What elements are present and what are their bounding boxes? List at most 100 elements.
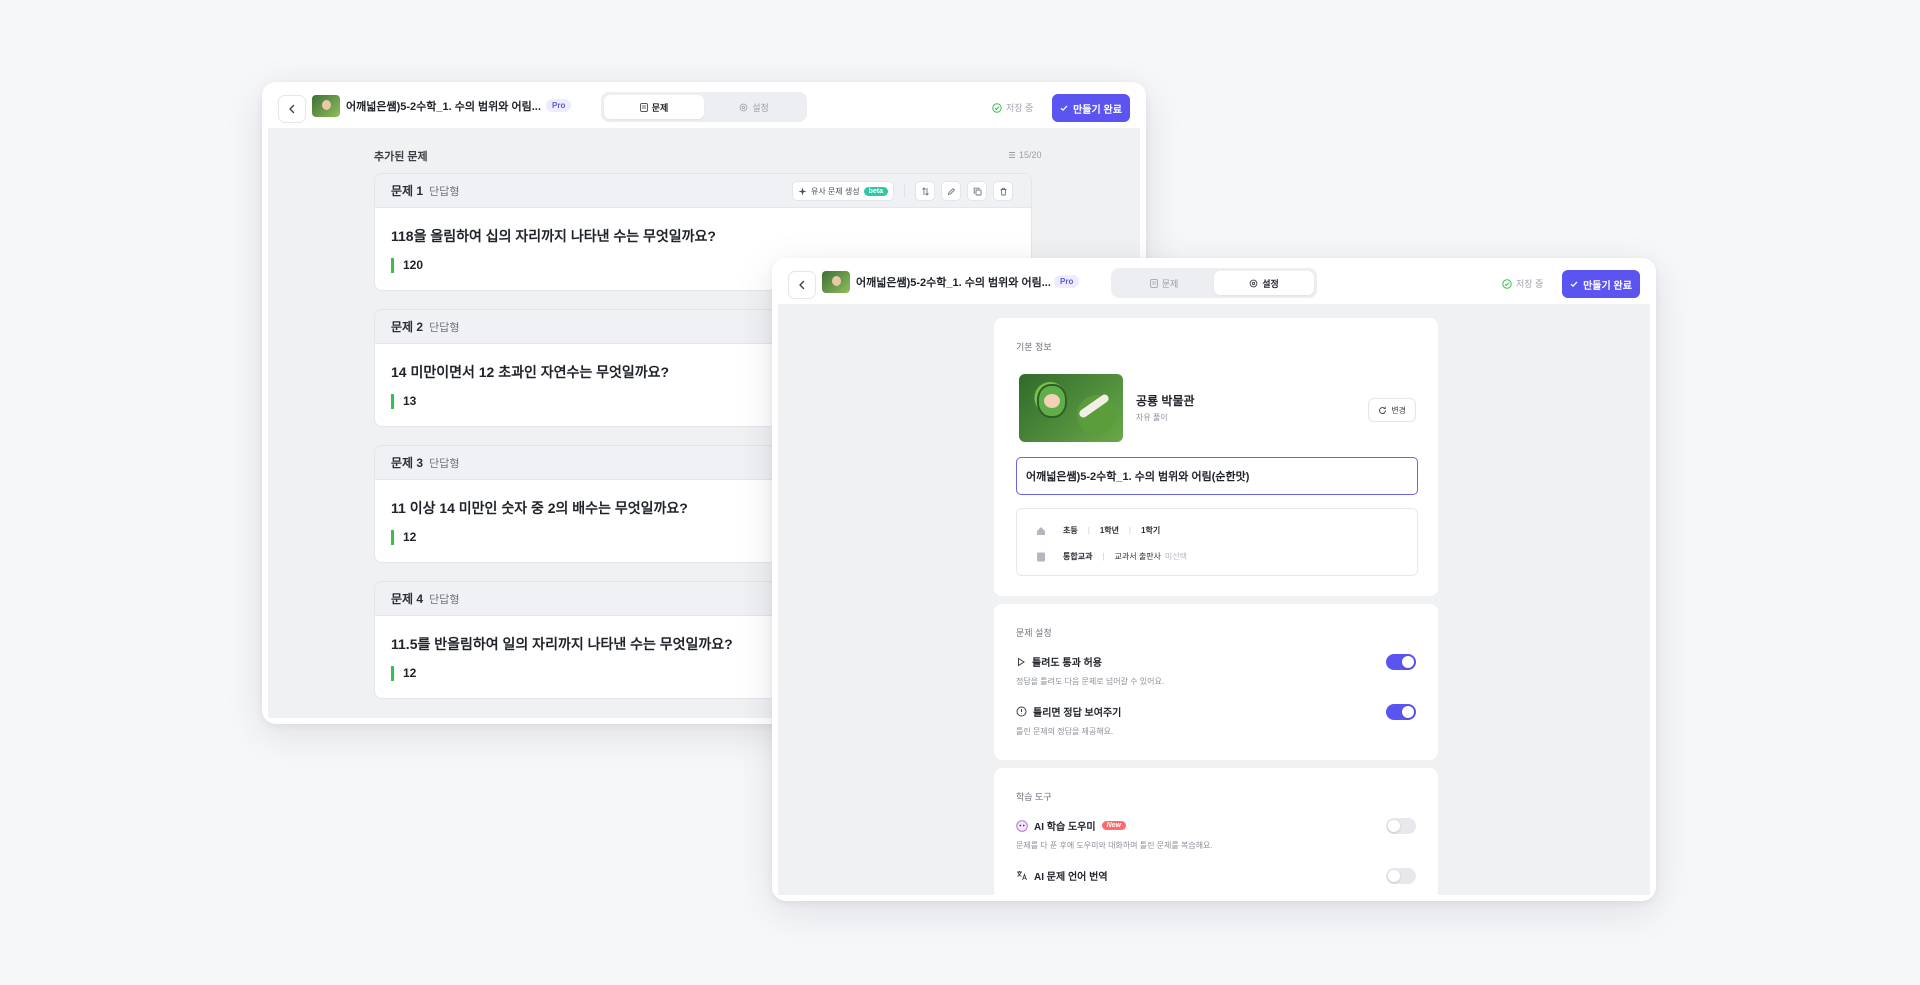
tab-settings[interactable]: 설정 — [1214, 271, 1314, 295]
edit-icon — [947, 187, 955, 195]
question-text: 118을 올림하여 십의 자리까지 나타낸 수는 무엇일까요? — [391, 228, 716, 244]
document-icon — [1149, 278, 1158, 288]
pro-badge: Pro — [1054, 275, 1080, 288]
setting-title: AI 문제 언어 번역 — [1016, 868, 1416, 883]
question-count: 15/20 — [1008, 150, 1042, 160]
setting-title: 틀리면 정답 보여주기 — [1016, 704, 1416, 719]
pro-badge: Pro — [546, 99, 572, 112]
copy-button[interactable] — [967, 181, 987, 201]
setting-label: AI 학습 도우미 — [1034, 822, 1096, 833]
reorder-button[interactable] — [915, 181, 935, 201]
show-answer-setting: 틀리면 정답 보여주기 틀린 문제의 정답을 제공해요. — [1016, 704, 1416, 737]
ai-translate-toggle[interactable] — [1386, 868, 1416, 884]
back-button[interactable] — [278, 95, 306, 123]
tab-questions[interactable]: 문제 — [1114, 271, 1214, 295]
ai-helper-toggle[interactable] — [1386, 818, 1416, 834]
curriculum-box[interactable]: 초등 | 1학년 | 1학기 통합교과 | 교과서 출판사 미선택 — [1016, 508, 1418, 576]
check-circle-icon — [1502, 278, 1512, 289]
tab-label: 설정 — [752, 102, 769, 113]
translate-icon — [1017, 871, 1027, 881]
subject-row: 통합교과 | 교과서 출판사 미선택 — [1035, 551, 1187, 562]
count-text: 15/20 — [1019, 150, 1042, 160]
change-label: 변경 — [1391, 405, 1406, 415]
saving-status: 저장 중 — [1502, 277, 1543, 290]
change-theme-button[interactable]: 변경 — [1368, 398, 1416, 422]
edit-button[interactable] — [941, 181, 961, 201]
publisher-value: 미선택 — [1164, 552, 1188, 561]
chevron-left-icon — [289, 104, 295, 114]
ai-translate-setting: AI 문제 언어 번역 — [1016, 868, 1416, 884]
allow-pass-setting: 틀려도 통과 허용 정답을 틀려도 다음 문제로 넘어갈 수 있어요. — [1016, 654, 1416, 687]
theme-thumbnail — [822, 271, 850, 293]
check-icon — [1570, 281, 1578, 288]
document-icon — [639, 102, 648, 112]
section-title: 추가된 문제 — [374, 151, 428, 163]
theme-cover-image — [1019, 374, 1123, 442]
settings-area[interactable]: 기본 정보 공룡 박물관 자유 풀이 변경 어깨넓은쌤)5-2수학_1. 수의 … — [778, 304, 1650, 895]
subject: 통합교과 — [1063, 552, 1093, 561]
setting-title: 틀려도 통과 허용 — [1016, 654, 1416, 669]
question-number: 문제 4 — [391, 592, 424, 606]
tab-settings[interactable]: 설정 — [704, 95, 804, 119]
allow-pass-toggle[interactable] — [1386, 654, 1416, 670]
finish-label: 만들기 완료 — [1583, 280, 1632, 292]
play-icon — [1018, 657, 1025, 666]
check-icon — [1060, 105, 1068, 112]
similar-label: 유사 문제 생성 — [810, 186, 860, 196]
problem-settings-panel: 문제 설정 틀려도 통과 허용 정답을 틀려도 다음 문제로 넘어갈 수 있어요… — [994, 604, 1438, 760]
saving-text: 저장 중 — [1006, 103, 1034, 113]
chevron-left-icon — [799, 280, 805, 290]
semester: 1학기 — [1141, 526, 1161, 535]
setting-label: AI 문제 언어 번역 — [1034, 872, 1108, 883]
tab-switcher: 문제 설정 — [601, 92, 807, 122]
tab-questions[interactable]: 문제 — [604, 95, 704, 119]
new-badge: New — [1101, 821, 1126, 830]
publisher-label: 교과서 출판사 — [1114, 552, 1161, 561]
gear-icon — [1249, 279, 1258, 287]
setting-description: 문제를 다 푼 후에 도우미와 대화하며 틀린 문제를 복습해요. — [1016, 841, 1213, 850]
setting-description: 틀린 문제의 정답을 제공해요. — [1016, 727, 1114, 736]
title-input[interactable]: 어깨넓은쌤)5-2수학_1. 수의 범위와 어림(순한맛) — [1016, 457, 1418, 495]
question-tools: 유사 문제 생성 beta — [791, 181, 1013, 201]
trash-icon — [1000, 187, 1006, 195]
book-icon — [1037, 552, 1045, 561]
setting-title: AI 학습 도우미 New — [1016, 818, 1416, 833]
copy-icon — [973, 187, 981, 195]
school-level: 초등 — [1063, 526, 1078, 535]
beta-badge: beta — [863, 186, 888, 196]
swap-icon — [921, 186, 929, 196]
finish-button[interactable]: 만들기 완료 — [1052, 94, 1130, 122]
learning-tools-panel: 학습 도구 AI 학습 도우미 New 문제를 다 푼 후에 도우미와 대화하며… — [994, 768, 1438, 895]
section-label: 학습 도구 — [1016, 792, 1052, 802]
section-label: 문제 설정 — [1016, 628, 1052, 638]
tab-label: 문제 — [651, 102, 669, 113]
theme-name: 공룡 박물관 — [1136, 394, 1195, 408]
setting-description: 정답을 틀려도 다음 문제로 넘어갈 수 있어요. — [1016, 677, 1165, 686]
tab-switcher: 문제 설정 — [1111, 268, 1317, 298]
finish-button[interactable]: 만들기 완료 — [1562, 270, 1640, 298]
show-answer-toggle[interactable] — [1386, 704, 1416, 720]
document-title: 어깨넓은쌤)5-2수학_1. 수의 범위와 어림... — [346, 101, 541, 113]
refresh-icon — [1379, 406, 1387, 414]
gear-icon — [739, 103, 748, 111]
setting-label: 틀려도 통과 허용 — [1032, 658, 1102, 669]
list-icon — [1009, 152, 1015, 158]
document-title: 어깨넓은쌤)5-2수학_1. 수의 범위와 어림... — [856, 277, 1051, 289]
question-type: 단답형 — [429, 457, 460, 470]
school-icon — [1036, 526, 1046, 535]
question-number: 문제 1 — [391, 184, 424, 198]
check-circle-icon — [992, 102, 1002, 113]
theme-mode: 자유 풀이 — [1136, 413, 1168, 422]
finish-label: 만들기 완료 — [1073, 104, 1122, 116]
delete-button[interactable] — [993, 181, 1013, 201]
basic-info-panel: 기본 정보 공룡 박물관 자유 풀이 변경 어깨넓은쌤)5-2수학_1. 수의 … — [994, 318, 1438, 596]
tab-label: 설정 — [1262, 278, 1279, 289]
sparkle-icon — [798, 187, 807, 195]
question-number: 문제 3 — [391, 456, 424, 470]
question-type: 단답형 — [429, 185, 460, 198]
similar-question-button[interactable]: 유사 문제 생성 beta — [791, 181, 894, 201]
back-button[interactable] — [788, 271, 816, 299]
grade: 1학년 — [1099, 526, 1119, 535]
theme-thumbnail — [312, 95, 340, 117]
saving-status: 저장 중 — [992, 101, 1033, 114]
